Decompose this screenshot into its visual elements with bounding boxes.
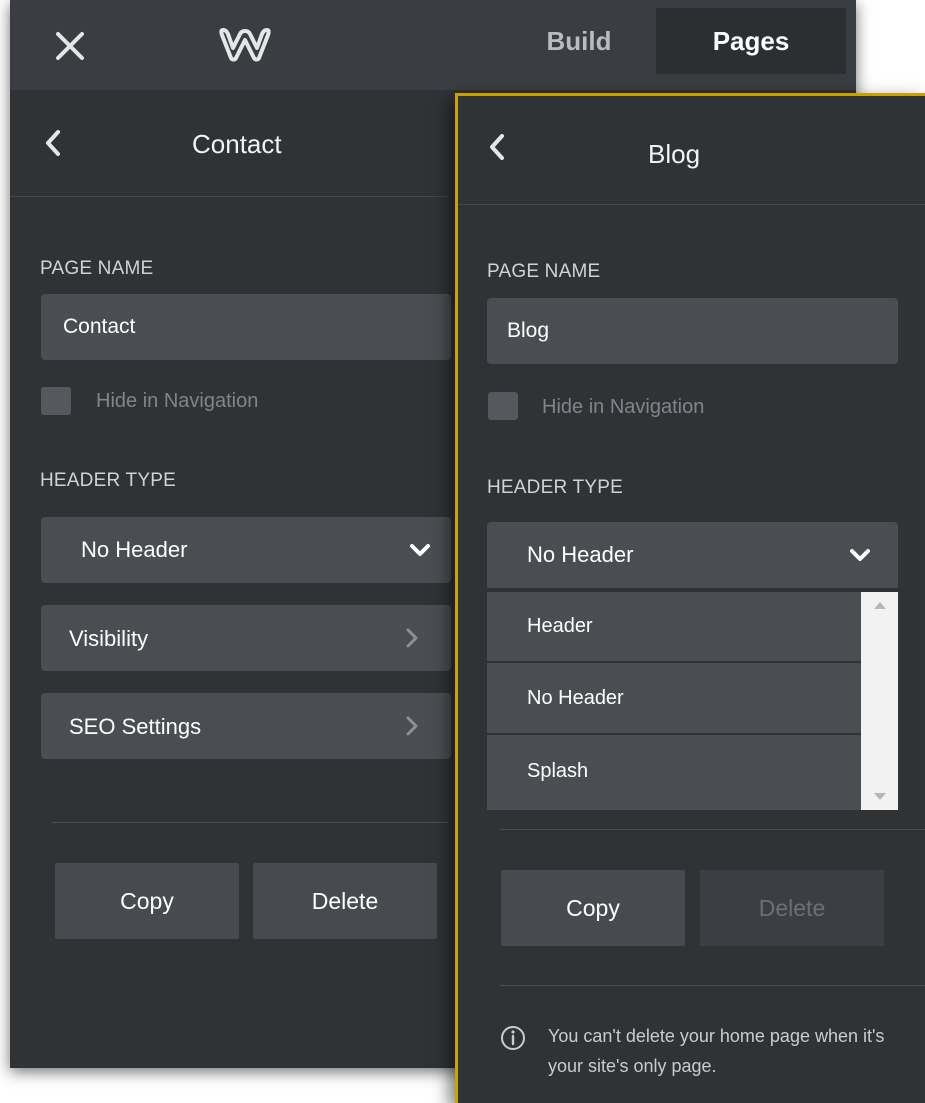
divider (52, 822, 448, 823)
header-type-dropdown: Header No Header Splash (487, 592, 898, 810)
copy-button[interactable]: Copy (55, 863, 239, 939)
page-settings-panel-blog: Blog PAGE NAME Blog Hide in Navigation H… (455, 93, 925, 1103)
chevron-right-icon (406, 716, 418, 736)
tab-build[interactable]: Build (514, 8, 644, 74)
back-chevron-icon[interactable] (486, 132, 508, 162)
scroll-down-arrow-icon[interactable] (874, 793, 886, 800)
header-type-select[interactable]: No Header (487, 522, 898, 588)
page-title: Blog (648, 139, 701, 169)
hide-in-navigation-label: Hide in Navigation (542, 396, 705, 418)
panel-header: Blog (458, 96, 925, 205)
dropdown-option-no-header[interactable]: No Header (487, 664, 861, 735)
visibility-button[interactable]: Visibility (41, 605, 451, 671)
panel-header: Contact (10, 90, 448, 197)
hide-in-navigation-label: Hide in Navigation (96, 390, 259, 412)
delete-button-disabled: Delete (700, 870, 884, 946)
header-type-selected: No Header (81, 537, 188, 562)
divider (500, 985, 925, 986)
header-type-selected: No Header (527, 542, 634, 567)
weebly-logo-glyph (219, 28, 271, 62)
seo-settings-label: SEO Settings (69, 714, 202, 739)
dropdown-scrollbar[interactable] (861, 592, 898, 810)
dropdown-option-splash[interactable]: Splash (487, 736, 861, 807)
seo-settings-button[interactable]: SEO Settings (41, 693, 451, 759)
hide-in-navigation-checkbox[interactable] (41, 387, 71, 415)
page-name-label: PAGE NAME (40, 258, 154, 279)
back-chevron-icon[interactable] (42, 128, 64, 158)
weebly-logo-icon[interactable] (217, 24, 273, 64)
divider (500, 829, 925, 830)
delete-button[interactable]: Delete (253, 863, 437, 939)
header-type-label: HEADER TYPE (487, 477, 623, 498)
hide-in-navigation-checkbox[interactable] (488, 392, 518, 420)
chevron-right-icon (406, 628, 418, 648)
close-icon-glyph (56, 32, 84, 60)
info-text: You can't delete your home page when it'… (548, 1026, 885, 1076)
visibility-label: Visibility (69, 626, 149, 651)
header-type-select[interactable]: No Header (41, 517, 451, 583)
dropdown-option-header[interactable]: Header (487, 592, 861, 663)
tab-pages[interactable]: Pages (656, 8, 846, 74)
info-icon (501, 1026, 525, 1050)
page-title: Contact (192, 129, 282, 159)
header-type-label: HEADER TYPE (40, 470, 176, 491)
scroll-up-arrow-icon[interactable] (874, 602, 886, 609)
page-name-input[interactable]: Contact (41, 294, 451, 360)
copy-button[interactable]: Copy (501, 870, 685, 946)
chevron-down-icon (850, 549, 870, 561)
top-bar: Build Pages (10, 0, 856, 90)
chevron-down-icon (410, 544, 430, 556)
page-name-label: PAGE NAME (487, 261, 601, 282)
close-icon[interactable] (50, 26, 90, 66)
page-name-input[interactable]: Blog (487, 298, 898, 364)
